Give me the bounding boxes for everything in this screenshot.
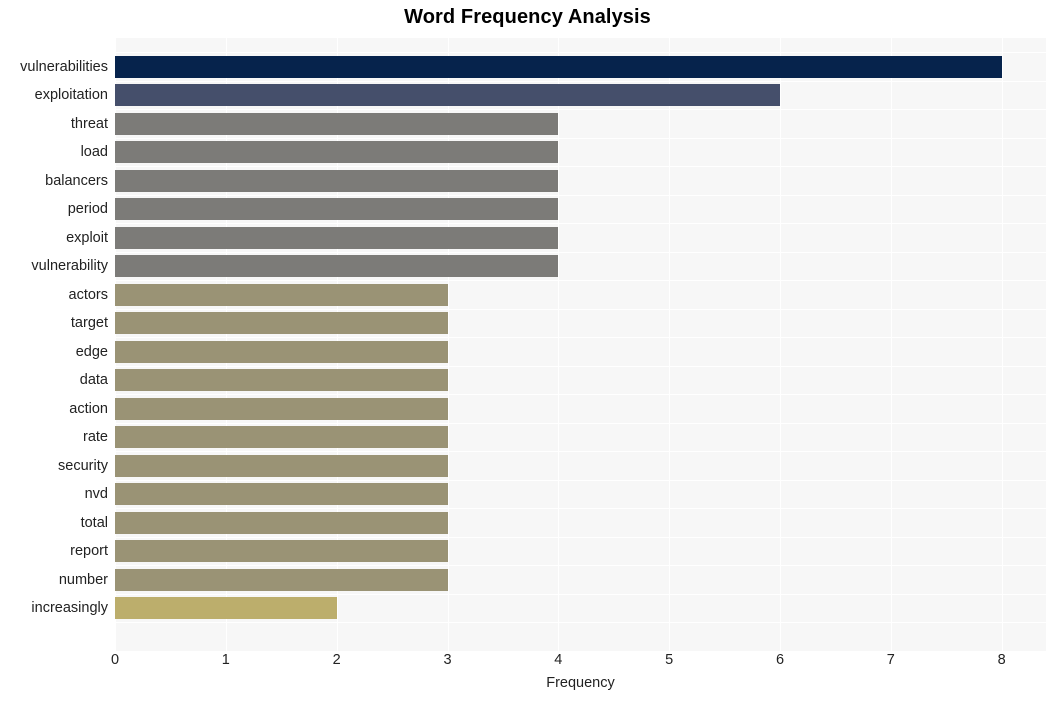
plot-area (115, 38, 1046, 651)
gridline-horizontal (115, 622, 1046, 623)
y-tick-label-action: action (69, 400, 108, 417)
y-tick-label-data: data (79, 372, 108, 389)
gridline-horizontal (115, 309, 1046, 310)
y-tick-label-vulnerabilities: vulnerabilities (20, 58, 108, 75)
x-tick-label-5: 5 (665, 652, 674, 668)
bar-vulnerabilities[interactable] (115, 55, 1002, 78)
y-tick-label-load: load (80, 144, 108, 161)
y-tick-label-security: security (58, 457, 108, 474)
bar-security[interactable] (115, 454, 448, 477)
y-tick-label-report: report (70, 543, 108, 560)
bar-total[interactable] (115, 511, 448, 534)
bar-number[interactable] (115, 568, 448, 591)
bar-report[interactable] (115, 540, 448, 563)
x-tick-label-7: 7 (886, 652, 895, 668)
y-tick-label-edge: edge (75, 343, 108, 360)
y-tick-label-exploitation: exploitation (34, 87, 108, 104)
gridline-horizontal (115, 565, 1046, 566)
gridline-horizontal (115, 81, 1046, 82)
y-tick-label-period: period (67, 201, 108, 218)
bar-load[interactable] (115, 141, 559, 164)
x-tick-label-8: 8 (997, 652, 1006, 668)
gridline-horizontal (115, 52, 1046, 53)
bar-vulnerability[interactable] (115, 255, 559, 278)
gridline-horizontal (115, 109, 1046, 110)
y-tick-label-number: number (58, 571, 108, 588)
gridline-horizontal (115, 366, 1046, 367)
y-tick-label-balancers: balancers (45, 172, 108, 189)
y-tick-label-exploit: exploit (66, 229, 108, 246)
bar-increasingly[interactable] (115, 597, 337, 620)
gridline-horizontal (115, 508, 1046, 509)
y-tick-label-target: target (70, 315, 108, 332)
y-tick-label-nvd: nvd (84, 486, 108, 503)
gridline-vertical (669, 38, 671, 651)
bar-period[interactable] (115, 198, 559, 221)
gridline-horizontal (115, 337, 1046, 338)
y-tick-label-total: total (80, 514, 108, 531)
x-tick-label-3: 3 (443, 652, 452, 668)
x-tick-label-0: 0 (110, 652, 120, 668)
x-tick-label-4: 4 (554, 652, 563, 668)
gridline-horizontal (115, 594, 1046, 595)
y-tick-label-vulnerability: vulnerability (31, 258, 108, 275)
bar-exploit[interactable] (115, 226, 559, 249)
gridline-horizontal (115, 252, 1046, 253)
bar-exploitation[interactable] (115, 84, 780, 107)
gridline-vertical (890, 38, 892, 651)
bar-threat[interactable] (115, 112, 559, 135)
chart-title: Word Frequency Analysis (404, 6, 651, 28)
y-tick-label-rate: rate (83, 429, 108, 446)
bar-data[interactable] (115, 369, 448, 392)
gridline-horizontal (115, 280, 1046, 281)
gridline-horizontal (115, 394, 1046, 395)
x-tick-label-1: 1 (221, 652, 230, 668)
bar-balancers[interactable] (115, 169, 559, 192)
x-tick-label-6: 6 (775, 652, 785, 668)
gridline-vertical (558, 38, 560, 651)
gridline-horizontal (115, 138, 1046, 139)
gridline-horizontal (115, 451, 1046, 452)
word-frequency-chart: Word Frequency Analysis vulnerabilities e… (0, 0, 1055, 701)
y-axis-labels: vulnerabilities exploitation threat load bal… (0, 38, 108, 651)
x-axis-tick-labels: 0 1 2 3 4 5 6 7 8 (0, 652, 1055, 676)
gridline-horizontal (115, 223, 1046, 224)
gridline-horizontal (115, 537, 1046, 538)
y-tick-label-increasingly: increasingly (31, 600, 108, 617)
bar-actors[interactable] (115, 283, 448, 306)
gridline-vertical (780, 38, 781, 651)
bar-edge[interactable] (115, 340, 448, 363)
y-tick-label-threat: threat (70, 115, 108, 132)
gridline-horizontal (115, 480, 1046, 481)
gridline-horizontal (115, 166, 1046, 167)
y-tick-label-actors: actors (68, 286, 109, 303)
bar-action[interactable] (115, 397, 448, 420)
bar-rate[interactable] (115, 426, 448, 449)
bar-target[interactable] (115, 312, 448, 335)
x-axis-title: Frequency (546, 675, 615, 691)
gridline-vertical (1001, 38, 1003, 651)
gridline-horizontal (115, 423, 1046, 424)
gridline-horizontal (115, 195, 1046, 196)
bar-nvd[interactable] (115, 483, 448, 506)
x-tick-label-2: 2 (332, 652, 341, 668)
